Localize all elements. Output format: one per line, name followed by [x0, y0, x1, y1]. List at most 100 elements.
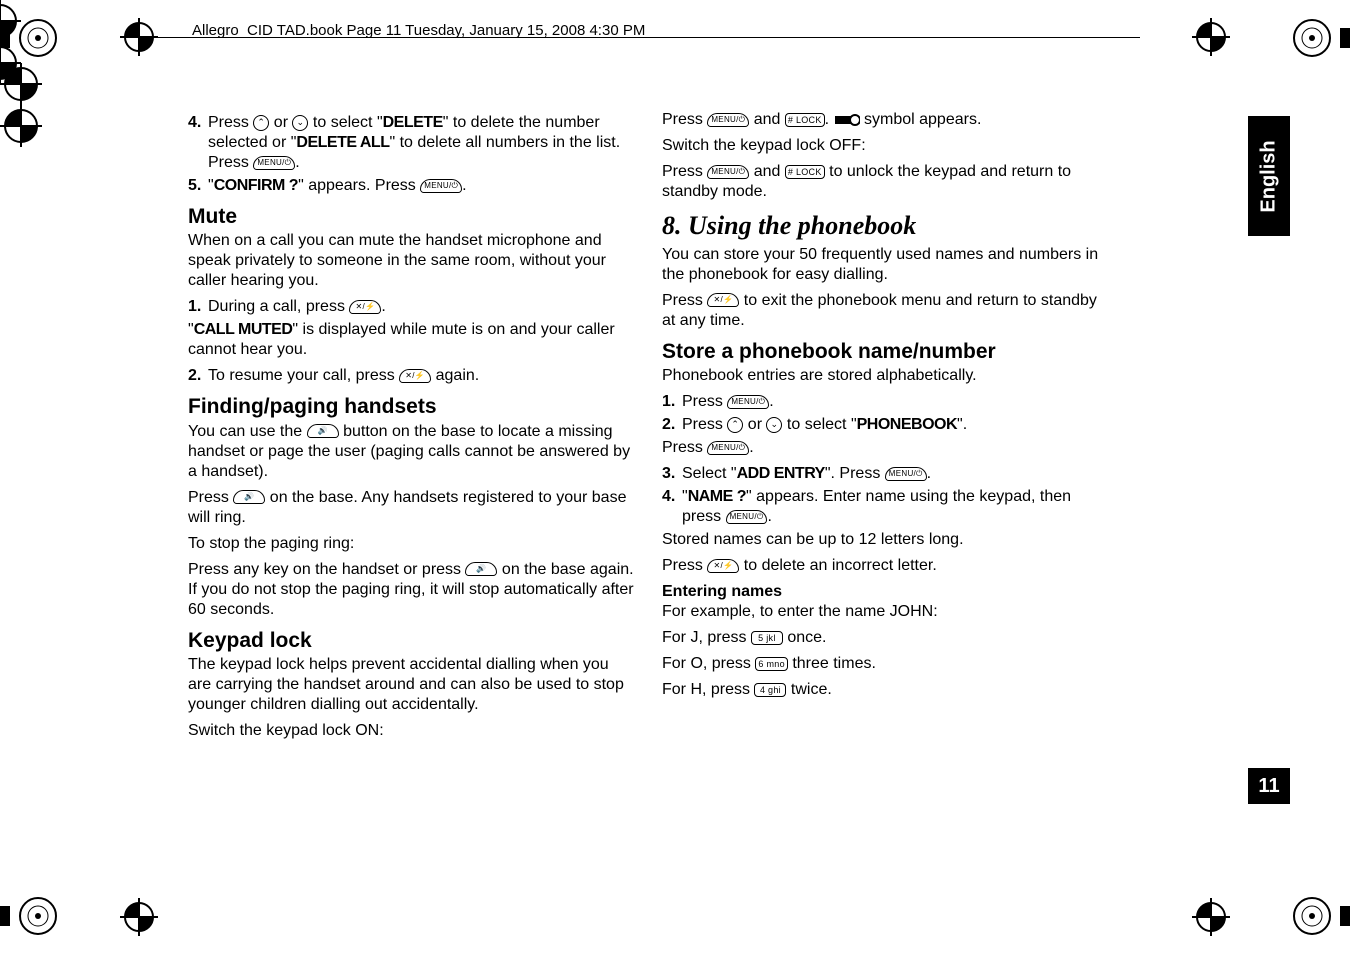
- step-1: 1. Press MENU/⏻.: [662, 392, 1110, 412]
- up-key-icon: ⌃: [253, 115, 269, 131]
- text: .: [749, 439, 753, 456]
- step-number: 1.: [188, 297, 208, 317]
- cancel-key-icon: ✕/⚡: [707, 559, 739, 573]
- text: Press: [662, 163, 707, 180]
- step-text: To resume your call, press ✕/⚡ again.: [208, 366, 636, 386]
- text: .: [381, 298, 385, 315]
- text: .: [825, 111, 834, 128]
- paragraph: The keypad lock helps prevent accidental…: [188, 655, 636, 715]
- display-text: CONFIRM ?: [214, 177, 298, 194]
- cancel-key-icon: ✕/⚡: [707, 293, 739, 307]
- text: ". Press: [825, 465, 885, 482]
- step-text: Select "ADD ENTRY". Press MENU/⏻.: [682, 464, 1110, 484]
- paragraph: To stop the paging ring:: [188, 534, 636, 554]
- running-header: Allegro_CID TAD.book Page 11 Tuesday, Ja…: [192, 22, 645, 39]
- paragraph: For example, to enter the name JOHN:: [662, 602, 1110, 622]
- step-2: 2. To resume your call, press ✕/⚡ again.: [188, 366, 636, 386]
- menu-key-icon: MENU/⏻: [707, 113, 749, 127]
- menu-key-icon: MENU/⏻: [885, 467, 927, 481]
- page-number: 11: [1258, 775, 1279, 798]
- step-number: 4.: [662, 487, 682, 527]
- text: Press: [682, 416, 727, 433]
- key-4-icon: 4 ghi: [754, 683, 786, 697]
- key-5-icon: 5 jkl: [751, 631, 783, 645]
- text: For H, press: [662, 681, 754, 698]
- language-tab: English: [1248, 116, 1290, 236]
- registration-target-icon: [1190, 896, 1232, 938]
- hash-key-icon: # LOCK: [785, 113, 825, 127]
- cancel-key-icon: ✕/⚡: [349, 300, 381, 314]
- page-number-tab: 11: [1248, 768, 1290, 804]
- text: Press: [208, 114, 253, 131]
- language-label: English: [1258, 140, 1281, 212]
- step-2: 2. Press ⌃ or ⌄ to select "PHONEBOOK".: [662, 415, 1110, 435]
- step-number: 2.: [188, 366, 208, 386]
- display-text: PHONEBOOK: [857, 416, 957, 433]
- text: " appears. Press: [298, 177, 420, 194]
- step-number: 2.: [662, 415, 682, 435]
- step-4: 4. Press ⌃ or ⌄ to select "DELETE" to de…: [188, 113, 636, 173]
- step-text: Press MENU/⏻.: [682, 392, 1110, 412]
- step-1: 1. During a call, press ✕/⚡.: [188, 297, 636, 317]
- paragraph: Phonebook entries are stored alphabetica…: [662, 366, 1110, 386]
- paragraph: For H, press 4 ghi twice.: [662, 680, 1110, 700]
- hash-key-icon: # LOCK: [785, 165, 825, 179]
- paragraph: Press MENU/⏻ and # LOCK. symbol appears.: [662, 110, 1110, 130]
- paragraph: Press ✕/⚡ to exit the phonebook menu and…: [662, 291, 1110, 331]
- text: or: [743, 416, 766, 433]
- text: .: [295, 154, 299, 171]
- text: To resume your call, press: [208, 367, 399, 384]
- registration-target-icon: [118, 16, 160, 58]
- step-5: 5. "CONFIRM ?" appears. Press MENU/⏻.: [188, 176, 636, 196]
- menu-key-icon: MENU/⏻: [707, 441, 749, 455]
- text: again.: [431, 367, 479, 384]
- text: Press: [682, 393, 727, 410]
- paragraph: Stored names can be up to 12 letters lon…: [662, 530, 1110, 550]
- step-number: 3.: [662, 464, 682, 484]
- menu-key-icon: MENU/⏻: [707, 165, 749, 179]
- text: For O, press: [662, 655, 755, 672]
- step-3: 3. Select "ADD ENTRY". Press MENU/⏻.: [662, 464, 1110, 484]
- text: Press any key on the handset or press: [188, 561, 465, 578]
- paragraph: Switch the keypad lock ON:: [188, 721, 636, 741]
- heading-keypad-lock: Keypad lock: [188, 628, 636, 654]
- step-text: Press ⌃ or ⌄ to select "PHONEBOOK".: [682, 415, 1110, 435]
- paragraph: "CALL MUTED" is displayed while mute is …: [188, 320, 636, 360]
- text: You can use the: [188, 423, 307, 440]
- step-number: 1.: [662, 392, 682, 412]
- text: to select ": [782, 416, 856, 433]
- menu-key-icon: MENU/⏻: [726, 510, 768, 524]
- heading-mute: Mute: [188, 204, 636, 230]
- display-text: NAME ?: [688, 488, 746, 505]
- registration-target-icon: [0, 105, 42, 147]
- display-text: CALL MUTED: [194, 321, 293, 338]
- text: Press: [662, 557, 707, 574]
- up-key-icon: ⌃: [727, 417, 743, 433]
- text: Press: [662, 439, 707, 456]
- paragraph: Press MENU/⏻.: [662, 438, 1110, 458]
- left-column: 4. Press ⌃ or ⌄ to select "DELETE" to de…: [188, 110, 636, 747]
- menu-key-icon: MENU/⏻: [253, 156, 295, 170]
- paragraph: Press ✕/⚡ to delete an incorrect letter.: [662, 556, 1110, 576]
- menu-key-icon: MENU/⏻: [420, 179, 462, 193]
- paragraph: Switch the keypad lock OFF:: [662, 136, 1110, 156]
- text: symbol appears.: [860, 111, 982, 128]
- text: .: [769, 393, 773, 410]
- paragraph: For J, press 5 jkl once.: [662, 628, 1110, 648]
- registration-mark-icon: [1290, 894, 1350, 966]
- heading-finding: Finding/paging handsets: [188, 394, 636, 420]
- paragraph: Press any key on the handset or press 🔊 …: [188, 560, 636, 620]
- speaker-key-icon: 🔊: [465, 562, 497, 576]
- text: ".: [957, 416, 967, 433]
- text: to delete an incorrect letter.: [739, 557, 936, 574]
- registration-mark-icon: [1290, 0, 1350, 60]
- page-content: 4. Press ⌃ or ⌄ to select "DELETE" to de…: [188, 110, 1118, 880]
- right-column: Press MENU/⏻ and # LOCK. symbol appears.…: [662, 110, 1110, 747]
- text: Select ": [682, 465, 737, 482]
- text: and: [749, 111, 785, 128]
- heading-entering-names: Entering names: [662, 582, 1110, 602]
- heading-chapter-8: 8. Using the phonebook: [662, 210, 1110, 243]
- step-text: "CONFIRM ?" appears. Press MENU/⏻.: [208, 176, 636, 196]
- menu-key-icon: MENU/⏻: [727, 395, 769, 409]
- step-text: During a call, press ✕/⚡.: [208, 297, 636, 317]
